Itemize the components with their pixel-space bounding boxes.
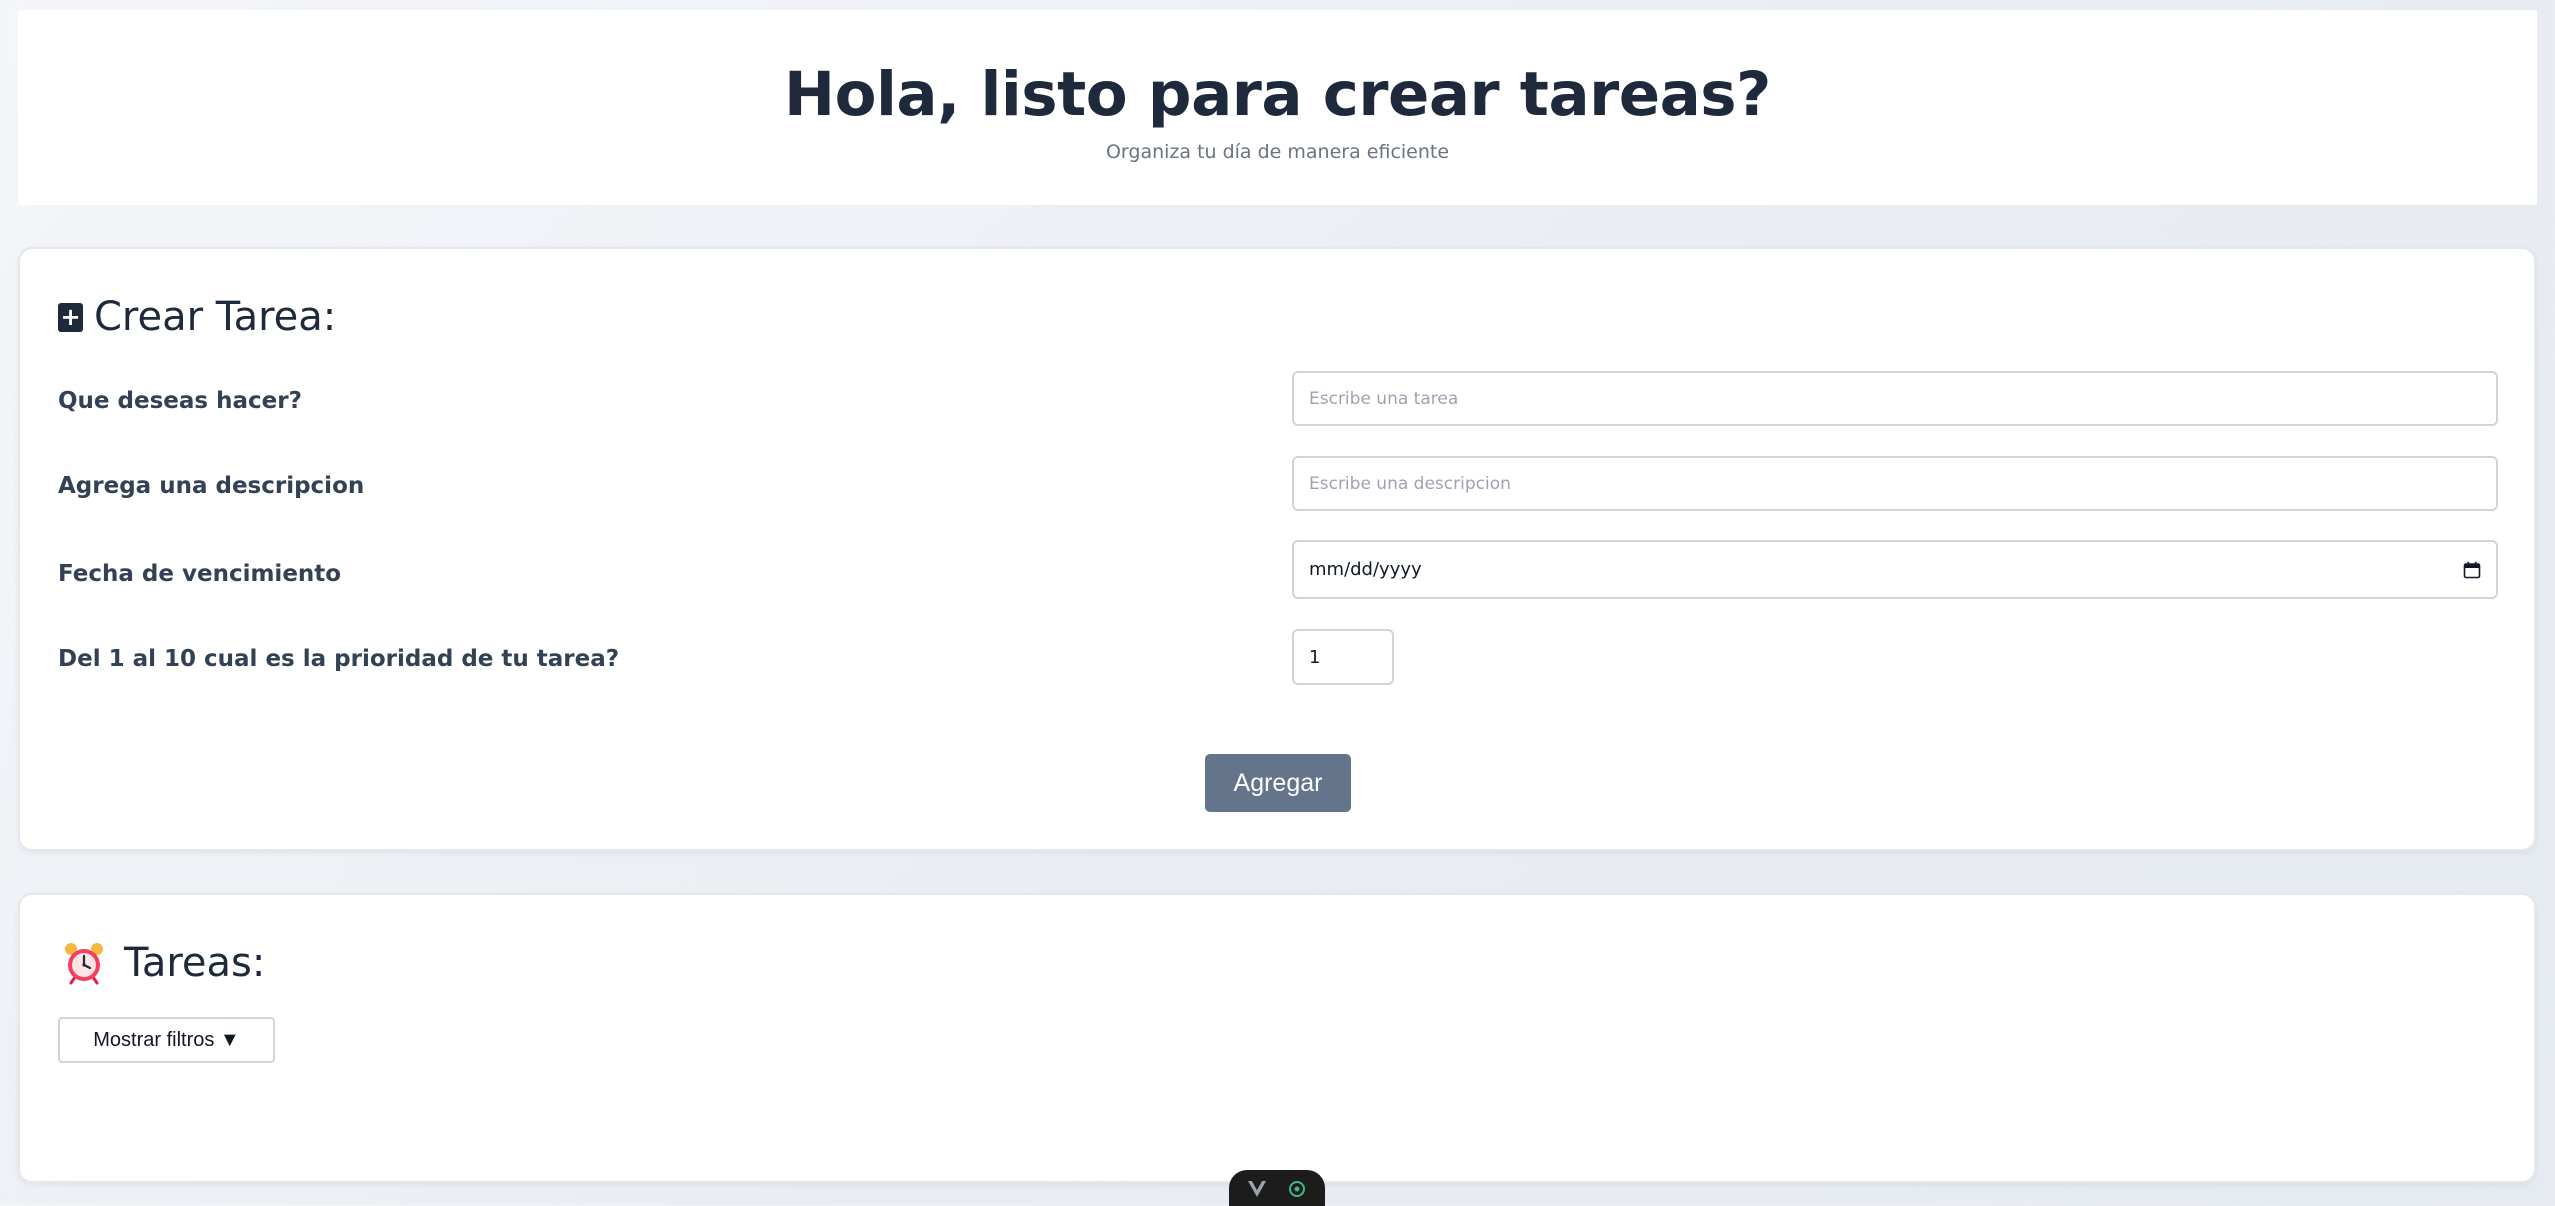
priority-input[interactable] (1292, 629, 1394, 685)
page-subtitle: Organiza tu día de manera eficiente (1105, 141, 1450, 164)
create-task-heading: + Crear Tarea: (58, 294, 336, 340)
description-input[interactable] (1292, 456, 2498, 511)
show-filters-button[interactable]: Mostrar filtros ▼ (58, 1017, 275, 1063)
priority-label: Del 1 al 10 cual es la prioridad de tu t… (58, 646, 620, 672)
description-label: Agrega una descripcion (58, 473, 365, 499)
due-date-value: mm/dd/yyyy (1309, 559, 1422, 580)
alarm-clock-icon (65, 943, 103, 985)
task-input[interactable] (1292, 371, 2498, 426)
create-task-title: Crear Tarea: (94, 294, 337, 340)
due-date-input[interactable]: mm/dd/yyyy (1292, 540, 2498, 599)
vue-logo-icon[interactable] (1245, 1177, 1269, 1201)
dev-toolbar (1229, 1170, 1325, 1206)
add-task-button[interactable]: Agregar (1205, 754, 1351, 812)
target-icon[interactable] (1285, 1177, 1309, 1201)
calendar-icon[interactable] (2463, 561, 2481, 579)
page-title: Hola, listo para crear tareas? (784, 59, 1771, 130)
tasks-card: Tareas: Mostrar filtros ▼ (18, 893, 2536, 1183)
page-header: Hola, listo para crear tareas? Organiza … (18, 10, 2537, 205)
tasks-heading: Tareas: (58, 940, 265, 986)
task-label: Que deseas hacer? (58, 388, 302, 414)
create-task-card: + Crear Tarea: Que deseas hacer? Agrega … (18, 247, 2536, 851)
tasks-title: Tareas: (124, 940, 266, 986)
plus-square-icon: + (58, 302, 83, 332)
due-date-label: Fecha de vencimiento (58, 561, 342, 587)
